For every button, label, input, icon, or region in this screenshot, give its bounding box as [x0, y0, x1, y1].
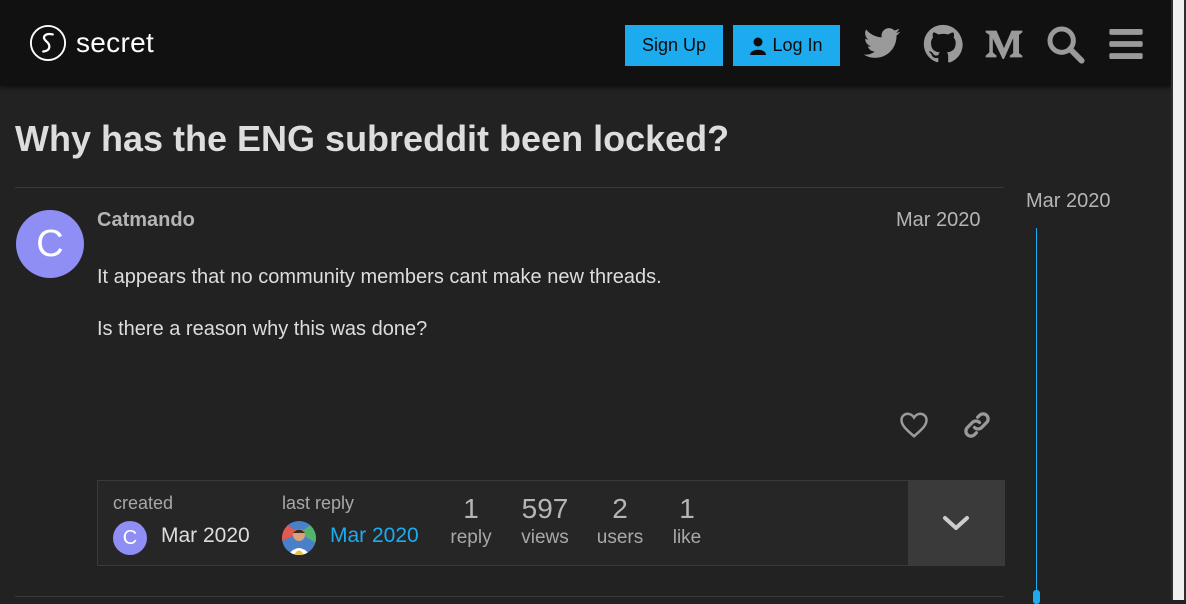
- github-icon[interactable]: [923, 24, 963, 64]
- expand-topic-map-button[interactable]: [908, 481, 1004, 565]
- stat-number: 2: [612, 493, 628, 524]
- created-date[interactable]: Mar 2020: [161, 524, 250, 548]
- avatar[interactable]: C: [16, 210, 84, 278]
- divider: [15, 596, 1004, 597]
- divider: [15, 187, 1004, 188]
- stat-label: views: [521, 527, 569, 548]
- topic-title[interactable]: Why has the ENG subreddit been locked?: [15, 118, 729, 160]
- site-header: secret Sign Up Log In: [0, 0, 1171, 86]
- post-username[interactable]: Catmando: [97, 209, 195, 232]
- scrollbar-thumb[interactable]: [1173, 0, 1184, 600]
- search-icon[interactable]: [1045, 24, 1085, 64]
- last-reply-label: last reply: [282, 493, 355, 513]
- hamburger-menu-icon[interactable]: [1106, 24, 1146, 64]
- avatar[interactable]: [282, 521, 316, 555]
- post-paragraph: It appears that no community members can…: [97, 266, 662, 288]
- stat-likes: 1 like: [666, 493, 708, 549]
- timeline-date[interactable]: Mar 2020: [1026, 190, 1111, 213]
- user-icon: [750, 37, 767, 55]
- post-date[interactable]: Mar 2020: [896, 209, 981, 232]
- stat-label: reply: [450, 527, 492, 548]
- twitter-icon[interactable]: [862, 24, 902, 64]
- created-label: created: [113, 493, 174, 513]
- stat-users: 2 users: [593, 493, 647, 549]
- stat-label: users: [596, 527, 644, 548]
- log-in-button[interactable]: Log In: [733, 25, 840, 66]
- link-icon[interactable]: [962, 410, 992, 440]
- medium-icon[interactable]: [984, 24, 1024, 64]
- avatar[interactable]: C: [113, 521, 147, 555]
- logo-text: secret: [76, 27, 155, 58]
- stat-views: 597 views: [516, 493, 574, 549]
- post-paragraph: Is there a reason why this was done?: [97, 318, 428, 340]
- page-scrollbar[interactable]: [1171, 0, 1186, 600]
- stat-number: 597: [521, 493, 569, 524]
- site-logo[interactable]: secret: [29, 24, 154, 62]
- stat-replies: 1 reply: [446, 493, 496, 549]
- last-reply-date[interactable]: Mar 2020: [330, 524, 419, 548]
- topic-map: created C Mar 2020 last reply Mar 2020 1…: [97, 480, 1005, 566]
- secret-logo-icon: [29, 24, 67, 62]
- timeline-handle[interactable]: [1033, 590, 1040, 604]
- chevron-down-icon: [943, 516, 969, 530]
- log-in-label: Log In: [772, 35, 823, 55]
- stat-label: like: [672, 527, 702, 548]
- timeline-scrollarea[interactable]: [1036, 228, 1037, 600]
- heart-icon[interactable]: [899, 410, 929, 440]
- stat-number: 1: [463, 493, 479, 524]
- sign-up-button[interactable]: Sign Up: [625, 25, 723, 66]
- stat-number: 1: [679, 493, 695, 524]
